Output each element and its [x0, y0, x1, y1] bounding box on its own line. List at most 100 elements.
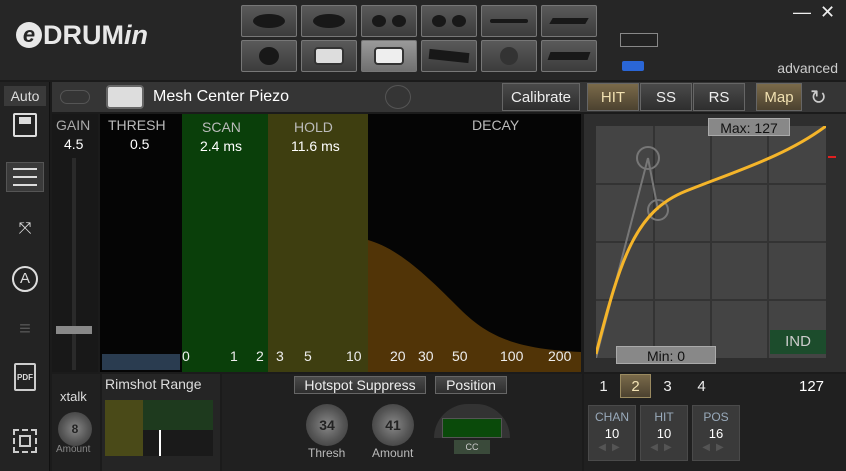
list-icon[interactable] [6, 162, 44, 192]
hit-label: HIT [654, 410, 674, 424]
calibrate-button[interactable]: Calibrate [502, 83, 580, 111]
pad-snare[interactable] [301, 40, 357, 72]
xtalk-amount-label: Amount [56, 444, 91, 455]
pad-kick[interactable] [421, 40, 477, 72]
usb-module-icon[interactable] [622, 61, 644, 71]
pad-hihat[interactable] [481, 5, 537, 37]
position-gauge[interactable] [434, 404, 510, 438]
chan-cell[interactable]: CHAN 10 ◀▶ [588, 405, 636, 461]
xtalk-knob[interactable]: 8 [58, 412, 92, 446]
chip-icon[interactable] [6, 426, 44, 456]
close-button[interactable]: ✕ [820, 2, 835, 23]
pad-ride-1[interactable] [241, 5, 297, 37]
save-icon[interactable] [6, 110, 44, 140]
yamaha-logo-icon [385, 85, 411, 109]
pad-pedal-1[interactable] [541, 5, 597, 37]
auto-button[interactable]: Auto [4, 86, 46, 106]
xtalk-label: xtalk [60, 389, 87, 404]
cymbal-icon [259, 47, 279, 65]
thresh-knob[interactable]: 34 [306, 404, 348, 446]
hit-cell[interactable]: HIT 10 ◀▶ [640, 405, 688, 461]
thresh-label: THRESH [108, 117, 166, 133]
rimshot-panel: Rimshot Range [102, 374, 220, 471]
gain-control[interactable]: GAIN 4.5 [52, 114, 98, 372]
max-label: Max: 127 [708, 118, 790, 136]
axis-tick: 3 [276, 348, 284, 364]
min-label: Min: 0 [616, 346, 716, 364]
chan-label: CHAN [594, 410, 629, 424]
chan-value: 10 [604, 426, 620, 441]
axis-tick: 200 [548, 348, 572, 364]
link-icon[interactable] [60, 90, 90, 104]
axis-tick: 0 [182, 348, 190, 364]
pad-name: Mesh Center Piezo [153, 88, 290, 105]
velocity-curve-panel[interactable]: Max: 127 Min: 0 IND [584, 114, 846, 372]
xtalk-panel: xtalk 8 Amount [52, 374, 100, 471]
tab-rs[interactable]: RS [693, 83, 745, 111]
decay-curve [102, 240, 581, 372]
pad-toms-1[interactable] [361, 5, 417, 37]
axis-tick: 50 [452, 348, 468, 364]
pos-cell[interactable]: POS 16 ◀▶ [692, 405, 740, 461]
tab-hit[interactable]: HIT [587, 83, 639, 111]
amount-knob[interactable]: 41 [372, 404, 414, 446]
title-bar: e DRUMin — ✕ advanced [0, 0, 846, 80]
level-marker [828, 156, 836, 158]
pad-snare-selected[interactable] [361, 40, 417, 72]
velocity-readout: 127 [799, 378, 825, 395]
velocity-curve[interactable] [596, 126, 826, 358]
zone-tab-4[interactable]: 4 [686, 374, 717, 398]
kick-icon [428, 48, 470, 64]
rimshot-range-graph[interactable] [105, 400, 213, 456]
midi-module-icon[interactable] [620, 33, 658, 47]
app-logo: e DRUMin [16, 20, 148, 51]
pad-cymbal-4[interactable] [481, 40, 537, 72]
hihat-icon [490, 19, 528, 23]
pedal-icon [547, 52, 591, 60]
gain-slider-track[interactable] [72, 158, 76, 370]
thresh-value: 0.5 [130, 136, 150, 152]
pad-toms-2[interactable] [421, 5, 477, 37]
minimize-button[interactable]: — [793, 2, 811, 23]
auto-circle-icon[interactable]: A [6, 264, 44, 294]
pdf-icon[interactable]: PDF [6, 362, 44, 392]
pad-header: Mesh Center Piezo Calibrate HIT SS RS Ma… [52, 82, 846, 112]
axis-tick: 10 [346, 348, 362, 364]
amount-knob-label: Amount [372, 446, 414, 460]
thresh-knob-label: Thresh [308, 446, 346, 460]
axis-tick: 2 [256, 348, 264, 364]
gain-slider-handle[interactable] [56, 326, 92, 334]
refresh-icon[interactable]: ↻ [810, 85, 827, 110]
position-gauge-bar [442, 418, 502, 438]
pad-pedal-2[interactable] [541, 40, 597, 72]
axis-tick: 5 [304, 348, 312, 364]
decay-label: DECAY [472, 117, 520, 133]
pedal-icon [549, 18, 589, 24]
zones-panel: 1 2 3 4 127 CHAN 10 ◀▶ HIT 10 ◀▶ POS 16 … [584, 374, 846, 471]
rimshot-marker[interactable] [159, 430, 161, 456]
pos-label: POS [703, 410, 729, 424]
pad-ride-2[interactable] [301, 5, 357, 37]
tab-ss[interactable]: SS [640, 83, 692, 111]
zone-tab-1[interactable]: 1 [588, 374, 619, 398]
thresh-knob-value: 34 [319, 417, 335, 433]
zone-tab-3[interactable]: 3 [652, 374, 683, 398]
advanced-label[interactable]: advanced [777, 60, 838, 76]
map-button[interactable]: Map [756, 83, 802, 111]
axis-tick: 100 [500, 348, 524, 364]
axis-tick: 20 [390, 348, 406, 364]
chan-stepper-icon[interactable]: ◀▶ [589, 442, 635, 453]
left-toolbar: Auto ⤧ A ≡ PDF [0, 82, 50, 471]
pos-stepper-icon[interactable]: ◀▶ [693, 442, 739, 453]
position-button[interactable]: Position [435, 376, 507, 394]
menu-lines-icon[interactable]: ≡ [6, 314, 44, 344]
trigger-graph[interactable]: THRESH 0.5 SCAN 2.4 ms HOLD 11.6 ms DECA… [100, 114, 581, 372]
gain-value: 4.5 [64, 136, 84, 152]
hit-stepper-icon[interactable]: ◀▶ [641, 442, 687, 453]
move-arrows-icon[interactable]: ⤧ [6, 214, 44, 244]
pad-cymbal-3[interactable] [241, 40, 297, 72]
ind-button[interactable]: IND [770, 330, 826, 354]
hotspot-suppress-button[interactable]: Hotspot Suppress [294, 376, 426, 394]
cc-label[interactable]: CC [454, 440, 490, 454]
zone-tab-2[interactable]: 2 [620, 374, 651, 398]
